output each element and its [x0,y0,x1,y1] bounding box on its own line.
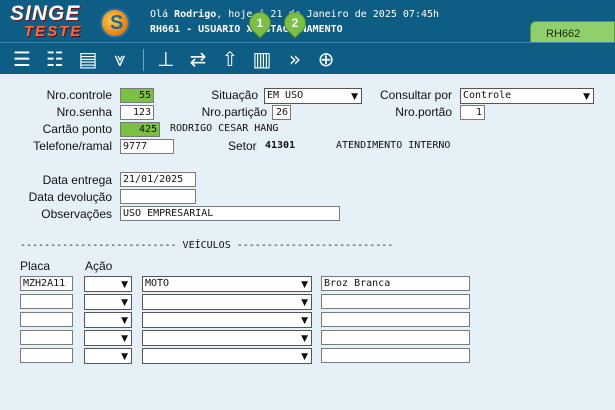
stamp-icon[interactable]: ⊥ [153,47,179,71]
tipo-select[interactable]: ▼ [142,294,312,310]
acao-select[interactable]: ▼ [84,348,132,364]
nro-portao-field[interactable]: 1 [460,105,485,120]
nro-particao-field[interactable]: 26 [272,105,291,120]
situacao-select[interactable]: EM USO ▼ [264,88,362,104]
nro-particao-label: Nro.partição [201,105,267,119]
placa-field[interactable] [20,294,73,309]
observacoes-label: Observações [41,207,112,221]
placa-field[interactable]: MZH2A11 [20,276,73,291]
cartao-ponto-label: Cartão ponto [42,122,112,136]
data-devolucao-field[interactable] [120,189,196,204]
acao-select[interactable]: ▼ [84,312,132,328]
nro-senha-field[interactable]: 123 [120,105,154,120]
list-icon[interactable]: ☰ [9,47,35,71]
brand-logo: SINGE TESTE [10,3,82,39]
refresh-icon[interactable]: ⇄ [185,47,211,71]
acao-select[interactable]: ▼ [84,294,132,310]
descricao-field[interactable] [321,294,470,309]
toolbar: ☰ ☷ ▤ ⩔ ⊥ ⇄ ⇧ ▥ » ⊕ [0,42,615,74]
data-entrega-field[interactable]: 21/01/2025 [120,172,196,187]
zoom-icon[interactable]: ⊕ [313,47,339,71]
brand-badge-icon: S [100,8,130,38]
chevron-down-icon: ▼ [121,280,128,290]
col-acao-header: Ação [85,259,113,273]
descricao-field[interactable]: Broz Branca [321,276,470,291]
card-icon[interactable]: ▤ [75,47,101,71]
telefone-field[interactable]: 9777 [120,139,174,154]
chevron-down-icon: ▼ [583,92,590,102]
brand-line1: SINGE [10,2,81,25]
nro-portao-label: Nro.portão [395,105,452,119]
col-placa-header: Placa [20,259,51,273]
setor-codigo: 41301 [265,140,296,151]
chevron-down-icon: ▼ [301,316,308,326]
brand-badge-letter: S [110,12,124,34]
placa-field[interactable] [20,330,73,345]
chevron-down-icon: ▼ [121,298,128,308]
data-entrega-label: Data entrega [42,173,112,187]
consultar-label: Consultar por [379,88,452,102]
acao-select[interactable]: ▼ [84,330,132,346]
nro-controle-label: Nro.controle [46,88,112,102]
cartao-ponto-field[interactable]: 425 [120,122,160,137]
toolbar-divider [143,49,144,71]
chevrons-down-icon[interactable]: ⩔ [107,47,133,71]
checklist-icon[interactable]: ☷ [42,47,68,71]
veiculos-section-title: -------------------------- VEÍCULOS ----… [20,240,394,251]
observacoes-field[interactable]: USO EMPRESARIAL [120,206,340,221]
tipo-select[interactable]: ▼ [142,348,312,364]
book-icon[interactable]: ▥ [249,47,275,71]
app-header: SINGE TESTE S Olá Rodrigo, hoje é 21 de … [0,0,615,42]
tipo-select[interactable]: MOTO ▼ [142,276,312,292]
screen-title: RH661 - USUARIO X ESTACIONAMENTO [150,24,343,35]
brand-line2: TESTE [24,23,83,40]
setor-nome: ATENDIMENTO INTERNO [336,140,451,151]
consultar-select[interactable]: Controle ▼ [460,88,594,104]
descricao-field[interactable] [321,312,470,327]
descricao-field[interactable] [321,348,470,363]
situacao-value: EM USO [267,90,304,101]
upload-icon[interactable]: ⇧ [217,47,243,71]
chevron-down-icon: ▼ [301,334,308,344]
setor-label: Setor [228,139,257,153]
cartao-nome: RODRIGO CESAR HANG [170,123,279,134]
acao-select[interactable]: ▼ [84,276,132,292]
tipo-value: MOTO [145,278,170,289]
consultar-value: Controle [463,90,512,101]
nro-controle-field[interactable]: 55 [120,88,154,103]
situacao-label: Situação [211,88,258,102]
nro-senha-label: Nro.senha [56,105,112,119]
chevron-down-icon: ▼ [301,352,308,362]
telefone-label: Telefone/ramal [33,139,112,153]
greeting-prefix: Olá [150,9,175,20]
placa-field[interactable] [20,348,73,363]
user-name: Rodrigo [174,9,217,20]
tipo-select[interactable]: ▼ [142,312,312,328]
step-pin-2-label: 2 [291,15,299,30]
chevron-down-icon: ▼ [121,334,128,344]
chevron-down-icon: ▼ [121,316,128,326]
data-devolucao-label: Data devolução [28,190,112,204]
step-pin-1-label: 1 [256,15,264,30]
chevron-down-icon: ▼ [351,92,358,102]
chevron-down-icon: ▼ [121,352,128,362]
descricao-field[interactable] [321,330,470,345]
chevron-down-icon: ▼ [301,298,308,308]
tipo-select[interactable]: ▼ [142,330,312,346]
chevrons-right-icon[interactable]: » [282,47,308,71]
placa-field[interactable] [20,312,73,327]
chevron-down-icon: ▼ [301,280,308,290]
